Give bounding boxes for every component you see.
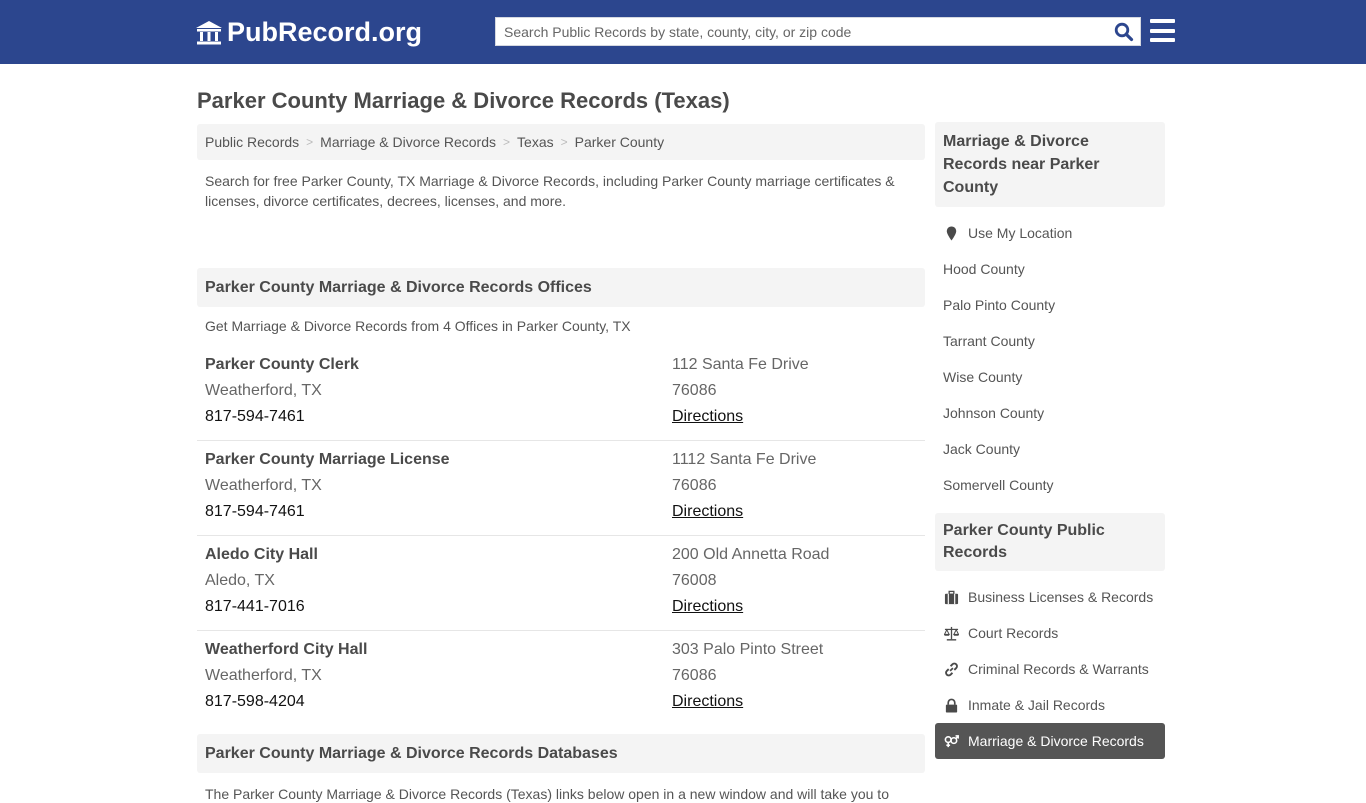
lock-icon xyxy=(943,697,960,713)
breadcrumb-public-records[interactable]: Public Records xyxy=(205,134,299,150)
courthouse-icon xyxy=(196,20,222,44)
nearby-list: Use My Location Hood County Palo Pinto C… xyxy=(935,207,1165,503)
page-title: Parker County Marriage & Divorce Records… xyxy=(197,88,730,113)
nearby-county-link[interactable]: Jack County xyxy=(935,431,1165,467)
office-zip: 76086 xyxy=(672,477,717,494)
office-city: Aledo, TX xyxy=(205,572,275,589)
office-name: Parker County Clerk xyxy=(205,356,359,373)
sidebar-item-label: Criminal Records & Warrants xyxy=(968,661,1149,677)
nearby-county-link[interactable]: Johnson County xyxy=(935,395,1165,431)
public-records-heading: Parker County Public Records xyxy=(935,513,1165,571)
site-logo[interactable]: PubRecord.org xyxy=(195,17,422,48)
databases-heading: Parker County Marriage & Divorce Records… xyxy=(197,734,925,773)
search-button[interactable] xyxy=(1114,22,1134,42)
office-address: 1112 Santa Fe Drive xyxy=(672,451,817,468)
office-zip: 76086 xyxy=(672,667,717,684)
intro-text: Search for free Parker County, TX Marria… xyxy=(205,173,895,209)
nearby-county-link[interactable]: Wise County xyxy=(935,359,1165,395)
breadcrumb-separator: > xyxy=(306,135,314,149)
directions-link[interactable]: Directions xyxy=(672,408,743,425)
breadcrumb-separator: > xyxy=(503,135,511,149)
menu-bar xyxy=(1150,38,1175,42)
sidebar-item-inmate-records[interactable]: Inmate & Jail Records xyxy=(935,687,1165,723)
office-phone[interactable]: 817-594-7461 xyxy=(205,404,672,430)
office-zip: 76086 xyxy=(672,382,717,399)
office-name: Parker County Marriage License xyxy=(205,451,450,468)
office-address: 303 Palo Pinto Street xyxy=(672,641,824,658)
offices-subtitle: Get Marriage & Divorce Records from 4 Of… xyxy=(205,318,631,334)
directions-link[interactable]: Directions xyxy=(672,598,743,615)
map-marker-icon xyxy=(943,225,960,241)
sidebar-item-court-records[interactable]: Court Records xyxy=(935,615,1165,651)
office-city: Weatherford, TX xyxy=(205,477,322,494)
office-item: Weatherford City Hall Weatherford, TX 81… xyxy=(197,631,925,726)
menu-bar xyxy=(1150,28,1175,33)
sidebar-item-label: Marriage & Divorce Records xyxy=(968,733,1144,749)
directions-link[interactable]: Directions xyxy=(672,503,743,520)
office-address: 200 Old Annetta Road xyxy=(672,546,830,563)
main-content: Public Records > Marriage & Divorce Reco… xyxy=(197,124,925,803)
breadcrumb-current: Parker County xyxy=(574,134,665,150)
nearby-heading: Marriage & Divorce Records near Parker C… xyxy=(935,122,1165,207)
office-name: Aledo City Hall xyxy=(205,546,318,563)
office-item: Parker County Marriage License Weatherfo… xyxy=(197,441,925,536)
sidebar-item-label: Inmate & Jail Records xyxy=(968,697,1105,713)
nearby-county-link[interactable]: Hood County xyxy=(935,251,1165,287)
search-box xyxy=(495,17,1141,46)
sidebar-item-criminal-records[interactable]: Criminal Records & Warrants xyxy=(935,651,1165,687)
venus-mars-icon xyxy=(943,733,960,749)
briefcase-icon xyxy=(943,589,960,605)
sidebar-item-marriage-divorce[interactable]: Marriage & Divorce Records xyxy=(935,723,1165,759)
office-item: Parker County Clerk Weatherford, TX 817-… xyxy=(197,346,925,441)
top-navbar: PubRecord.org xyxy=(0,0,1366,64)
use-my-location-link[interactable]: Use My Location xyxy=(935,215,1165,251)
public-records-list: Business Licenses & Records Court Record… xyxy=(935,571,1165,759)
office-name: Weatherford City Hall xyxy=(205,641,368,658)
office-city: Weatherford, TX xyxy=(205,382,322,399)
search-input[interactable] xyxy=(496,18,1096,45)
office-item: Aledo City Hall Aledo, TX 817-441-7016 2… xyxy=(197,536,925,631)
office-phone[interactable]: 817-441-7016 xyxy=(205,594,672,620)
menu-bar xyxy=(1150,19,1175,23)
nearby-county-link[interactable]: Tarrant County xyxy=(935,323,1165,359)
nearby-county-link[interactable]: Palo Pinto County xyxy=(935,287,1165,323)
breadcrumb-separator: > xyxy=(560,135,568,149)
link-icon xyxy=(943,661,960,677)
sidebar-item-label: Business Licenses & Records xyxy=(968,589,1154,605)
use-my-location-label: Use My Location xyxy=(968,225,1073,241)
office-address: 112 Santa Fe Drive xyxy=(672,356,809,373)
logo-text: PubRecord.org xyxy=(227,17,423,47)
balance-scale-icon xyxy=(943,625,960,641)
sidebar-item-label: Court Records xyxy=(968,625,1059,641)
office-phone[interactable]: 817-594-7461 xyxy=(205,499,672,525)
breadcrumb-texas[interactable]: Texas xyxy=(517,134,554,150)
offices-heading: Parker County Marriage & Divorce Records… xyxy=(197,268,925,307)
office-zip: 76008 xyxy=(672,572,717,589)
breadcrumb: Public Records > Marriage & Divorce Reco… xyxy=(197,124,925,160)
sidebar: Marriage & Divorce Records near Parker C… xyxy=(935,122,1165,759)
search-icon xyxy=(1114,22,1134,42)
sidebar-item-business-licenses[interactable]: Business Licenses & Records xyxy=(935,579,1165,615)
nearby-county-link[interactable]: Somervell County xyxy=(935,467,1165,503)
databases-text: The Parker County Marriage & Divorce Rec… xyxy=(205,786,889,802)
hamburger-menu-button[interactable] xyxy=(1150,19,1175,42)
breadcrumb-marriage-divorce[interactable]: Marriage & Divorce Records xyxy=(320,134,496,150)
office-city: Weatherford, TX xyxy=(205,667,322,684)
directions-link[interactable]: Directions xyxy=(672,693,743,710)
office-phone[interactable]: 817-598-4204 xyxy=(205,689,672,715)
